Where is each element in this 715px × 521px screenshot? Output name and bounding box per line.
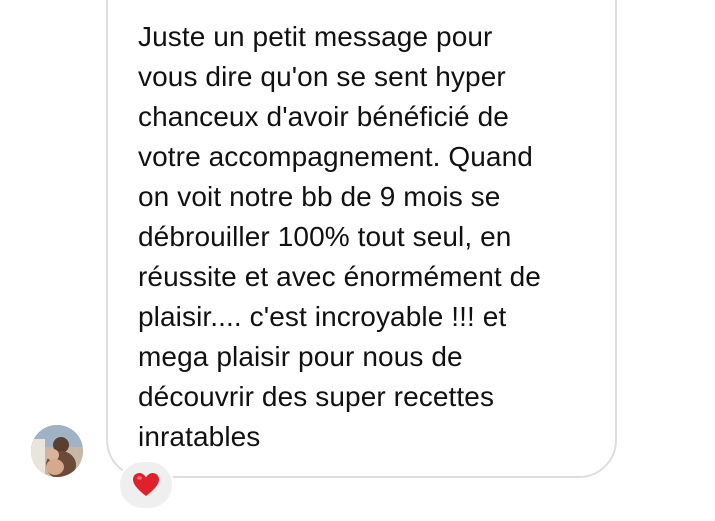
red-heart-icon <box>133 473 159 496</box>
message-line: Juste un petit message pour <box>138 21 493 52</box>
message-text: Juste un petit message pour vous dire qu… <box>138 17 608 457</box>
message-line: votre accompagnement. Quand <box>138 141 533 172</box>
profile-photo-icon <box>31 425 83 477</box>
chat-thread: Juste un petit message pour vous dire qu… <box>0 0 715 521</box>
message-line: on voit notre bb de 9 mois se <box>138 181 501 212</box>
heart-reaction[interactable] <box>118 460 174 510</box>
message-line: réussite et avec énormément de <box>138 261 541 292</box>
sender-avatar[interactable] <box>31 425 83 477</box>
message-line: inratables <box>138 421 261 452</box>
message-line: découvrir des super recettes <box>138 381 495 412</box>
message-line: débrouiller 100% tout seul, en <box>138 221 512 252</box>
message-line: chanceux d'avoir bénéficié de <box>138 101 509 132</box>
message-line: plaisir.... c'est incroyable !!! et <box>138 301 507 332</box>
message-line: mega plaisir pour nous de <box>138 341 463 372</box>
message-line: vous dire qu'on se sent hyper <box>138 61 506 92</box>
